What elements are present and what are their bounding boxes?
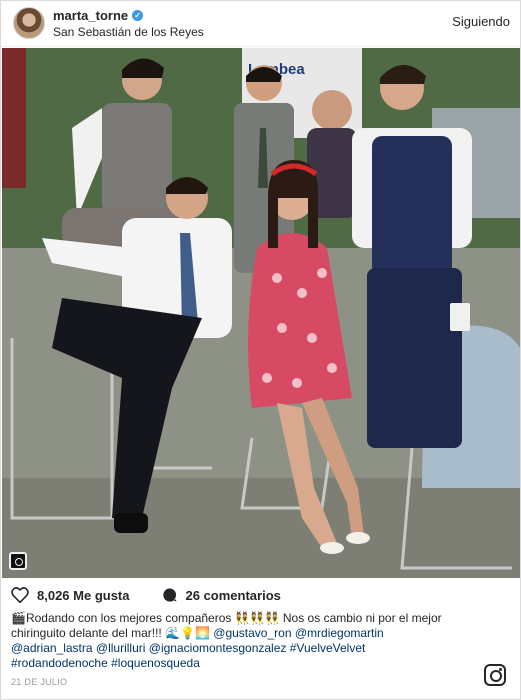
- verified-badge-icon: ✓: [132, 10, 144, 21]
- post-header: marta_torne ✓ San Sebastián de los Reyes…: [1, 1, 520, 47]
- username-row: marta_torne ✓: [53, 8, 144, 23]
- likes-count[interactable]: 8,026 Me gusta: [37, 588, 130, 603]
- username-link[interactable]: marta_torne: [53, 8, 128, 23]
- instagram-post-card: marta_torne ✓ San Sebastián de los Reyes…: [0, 0, 521, 700]
- mention-lluri[interactable]: @llurilluri: [96, 641, 146, 655]
- hashtag-rodandodenoche[interactable]: #rodandodenoche: [11, 656, 108, 670]
- post-photo[interactable]: Lambea: [2, 48, 520, 578]
- mention-diego[interactable]: @mrdiegomartin: [295, 626, 384, 640]
- hashtag-loquenosqueda[interactable]: #loquenosqueda: [111, 656, 200, 670]
- post-actions: 8,026 Me gusta 26 comentarios: [11, 586, 281, 604]
- heart-icon[interactable]: [11, 587, 29, 603]
- post-caption: 🎬Rodando con los mejores compañeros 👯👯👯 …: [11, 611, 471, 671]
- comments-count[interactable]: 26 comentarios: [186, 588, 281, 603]
- mention-ignacio[interactable]: @ignaciomontesgonzalez: [149, 641, 287, 655]
- photo-illustration: Lambea: [2, 48, 520, 578]
- caption-line-2: chiringuito delante del mar!!! 🌊💡🌅: [11, 626, 210, 640]
- user-avatar[interactable]: [13, 7, 45, 39]
- mention-adrian[interactable]: @adrian_lastra: [11, 641, 93, 655]
- post-date: 21 DE JULIO: [11, 677, 68, 687]
- following-button[interactable]: Siguiendo: [452, 14, 510, 29]
- photo-watermark-icon: [9, 552, 27, 570]
- mention-gustavo[interactable]: @gustavo_ron: [213, 626, 291, 640]
- instagram-logo-icon[interactable]: [484, 664, 506, 686]
- location-link[interactable]: San Sebastián de los Reyes: [53, 25, 204, 39]
- comment-icon[interactable]: [162, 587, 178, 603]
- hashtag-vuelvevelvet[interactable]: #VuelveVelvet: [290, 641, 366, 655]
- caption-line-1: 🎬Rodando con los mejores compañeros 👯👯👯 …: [11, 611, 442, 625]
